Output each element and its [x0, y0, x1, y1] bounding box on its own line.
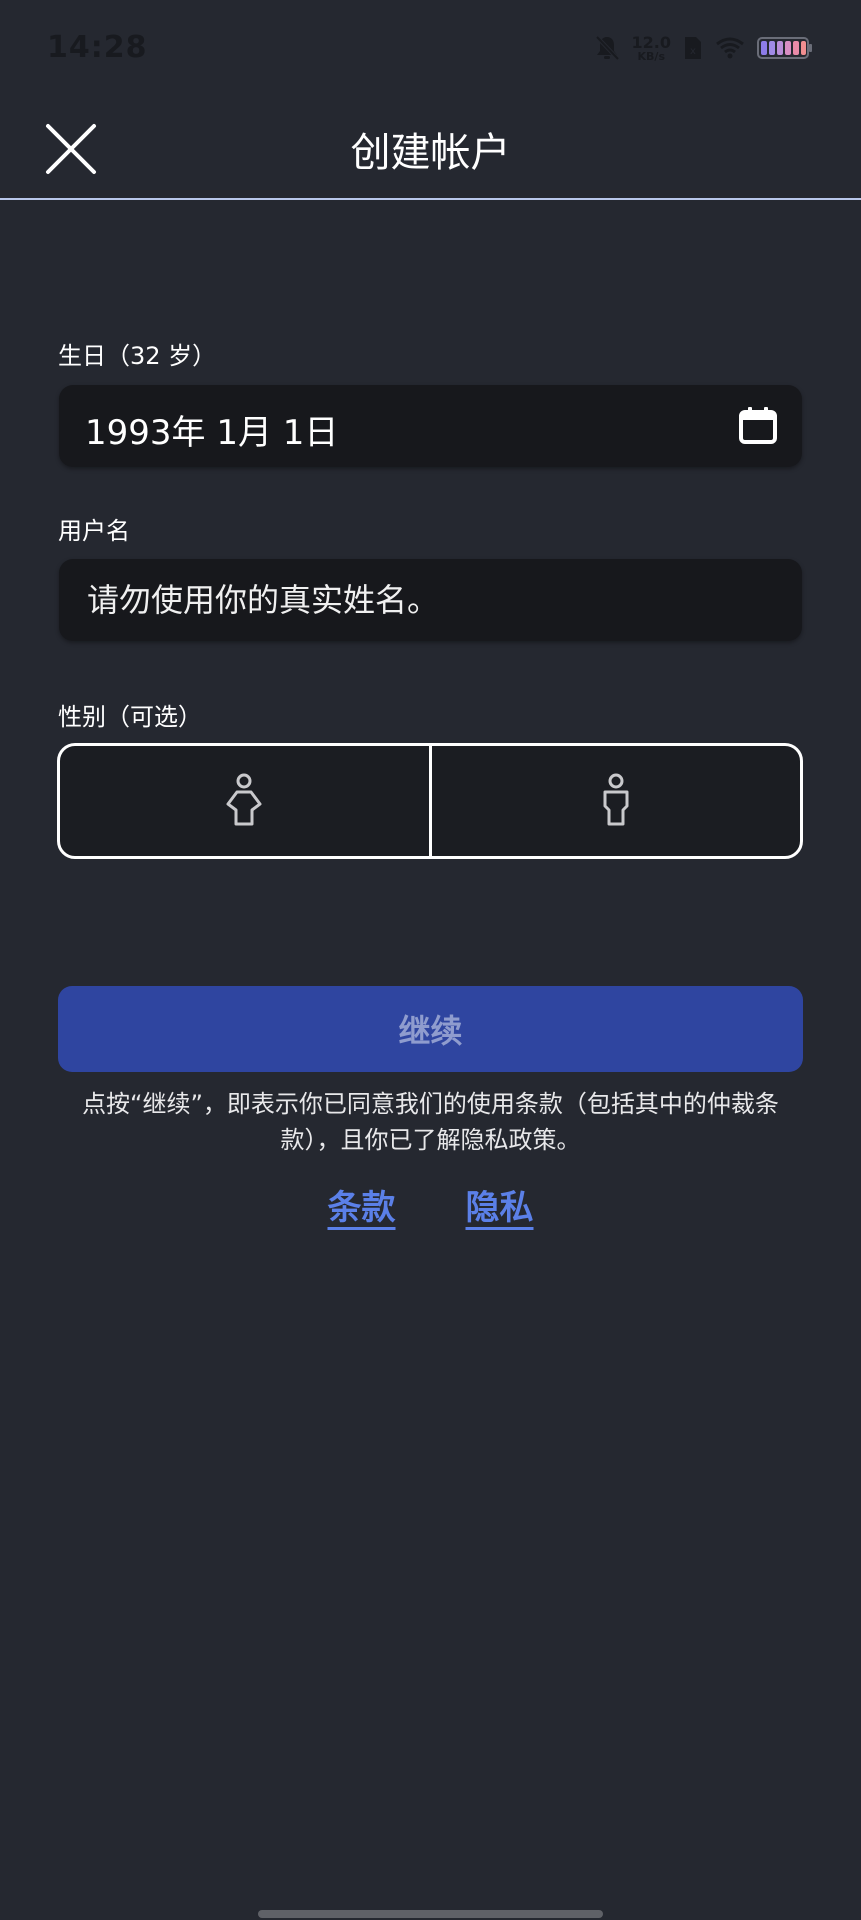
svg-text:x: x	[690, 46, 696, 57]
calendar-icon	[739, 407, 777, 444]
legal-notice: 点按“继续”，即表示你已同意我们的使用条款（包括其中的仲裁条款），且你已了解隐私…	[82, 1090, 779, 1154]
privacy-link[interactable]: 隐私	[466, 1180, 534, 1229]
net-speed: 12.0 KB/s	[631, 33, 671, 64]
birthday-value: 1993年 1月 1日	[85, 413, 339, 453]
username-field[interactable]	[59, 559, 802, 641]
calendar-button[interactable]	[738, 406, 778, 446]
wifi-icon	[715, 36, 745, 64]
terms-link[interactable]: 条款	[328, 1180, 396, 1229]
status-icons: 12.0 KB/s x	[594, 32, 813, 68]
gender-option-female[interactable]	[60, 746, 429, 856]
page-title: 创建帐户	[350, 130, 511, 176]
gender-label: 性别（可选）	[58, 703, 202, 731]
birthday-label: 生日（32 岁）	[58, 342, 217, 370]
app-header: 创建帐户	[0, 100, 861, 200]
battery-icon	[757, 36, 813, 64]
birthday-field[interactable]: 1993年 1月 1日	[59, 385, 802, 467]
create-account-screen: 14:28 12.0 KB/s x 创建帐户 生日（32 岁） 1993年 1月…	[0, 0, 861, 1920]
net-speed-unit: KB/s	[637, 50, 665, 63]
male-icon	[603, 773, 629, 826]
status-bar: 14:28 12.0 KB/s x	[0, 0, 861, 100]
sim-icon: x	[683, 35, 703, 65]
bell-muted-icon	[594, 34, 620, 66]
continue-button[interactable]: 继续	[58, 986, 803, 1072]
status-time: 14:28	[47, 30, 148, 65]
legal-links: 条款 隐私	[0, 1180, 861, 1229]
net-speed-value: 12.0	[631, 33, 671, 52]
home-indicator[interactable]	[258, 1910, 603, 1918]
username-label: 用户名	[58, 517, 130, 545]
username-input[interactable]	[87, 577, 767, 623]
gender-selector	[57, 743, 803, 859]
gender-option-male[interactable]	[428, 746, 801, 856]
female-icon	[226, 773, 262, 826]
